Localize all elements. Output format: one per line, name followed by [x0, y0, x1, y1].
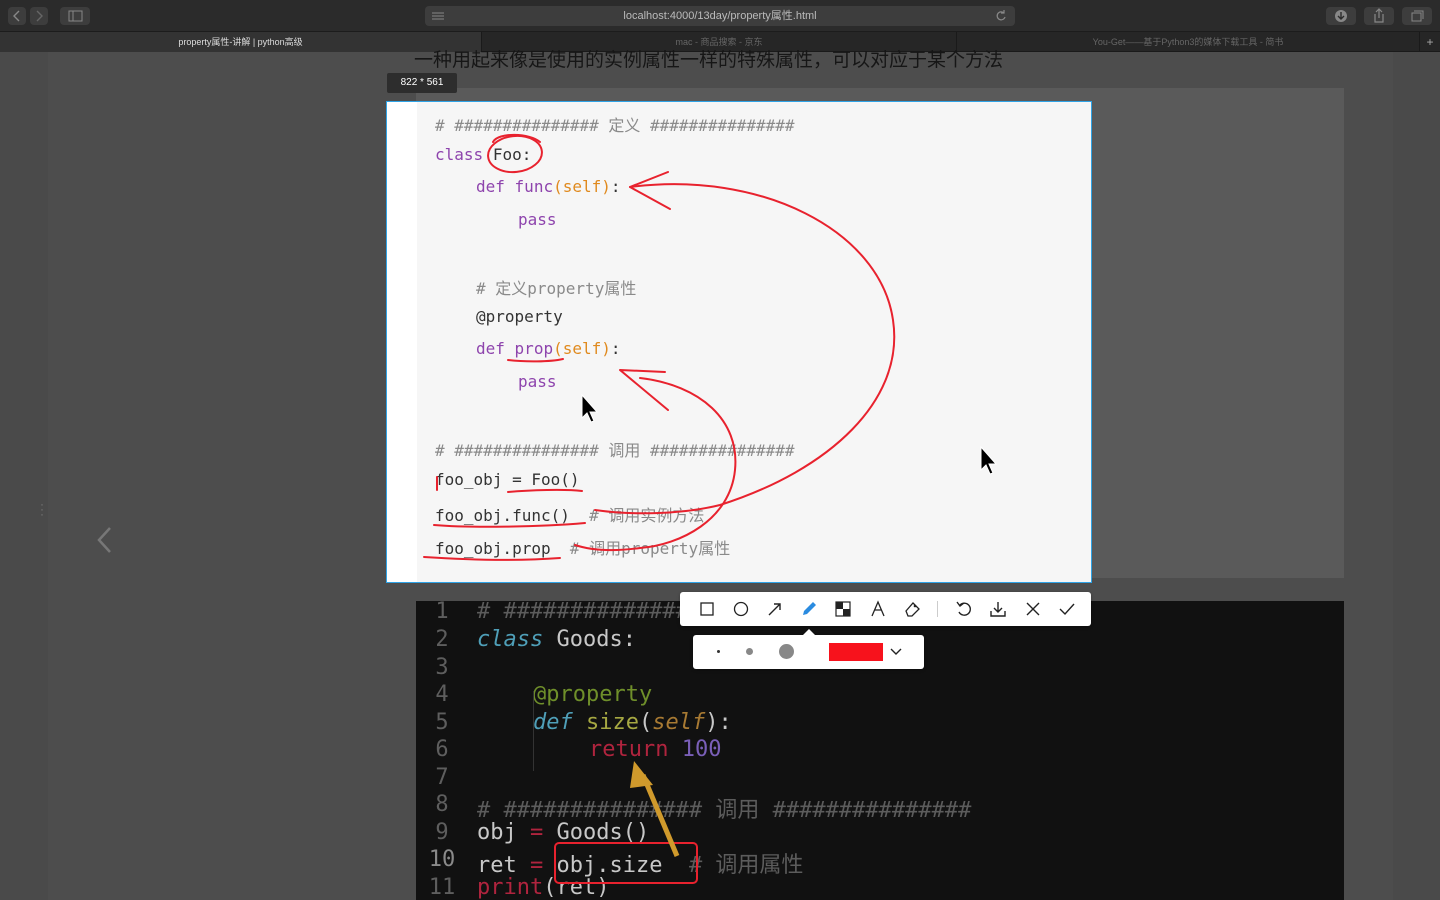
size-large-button[interactable]: [779, 644, 794, 659]
arrowhead-icon: [630, 761, 653, 788]
underline-func-call: [433, 522, 586, 528]
arrowhead-func: [629, 171, 671, 210]
editor-annotations: [554, 761, 698, 884]
chevron-down-icon[interactable]: [889, 645, 903, 659]
cursor-arrow-icon: [980, 445, 998, 475]
download-icon[interactable]: [988, 599, 1008, 619]
curve-prop-to-call: [574, 377, 737, 552]
eraser-icon[interactable]: [902, 599, 922, 619]
curve-func-to-call: [594, 183, 896, 515]
rectangle-icon[interactable]: [697, 599, 717, 619]
ellipse-icon[interactable]: [731, 599, 751, 619]
pen-annotations: [423, 133, 896, 561]
close-icon[interactable]: [1023, 599, 1043, 619]
size-small-button[interactable]: [717, 650, 720, 653]
arrowhead-prop: [619, 369, 669, 411]
annotation-toolbar: [680, 592, 1091, 626]
cursor-arrow-icon: [581, 393, 599, 423]
annotation-overlay: [423, 133, 998, 884]
mosaic-icon[interactable]: [833, 599, 853, 619]
size-medium-button[interactable]: [746, 648, 753, 655]
mouse-cursors: [581, 393, 998, 475]
text-icon[interactable]: [868, 599, 888, 619]
underline-prop-access: [423, 556, 561, 561]
screen: localhost:4000/13day/property属性.html pro…: [0, 0, 1440, 900]
toolbar-divider: [937, 601, 938, 617]
arrow-icon[interactable]: [765, 599, 785, 619]
pen-style-bar: [693, 629, 924, 669]
color-swatch[interactable]: [829, 643, 883, 661]
pen-icon[interactable]: [799, 599, 819, 619]
underline-foo-call: [507, 488, 583, 493]
underline-prop: [507, 358, 564, 363]
confirm-icon[interactable]: [1057, 599, 1077, 619]
undo-icon[interactable]: [954, 599, 974, 619]
